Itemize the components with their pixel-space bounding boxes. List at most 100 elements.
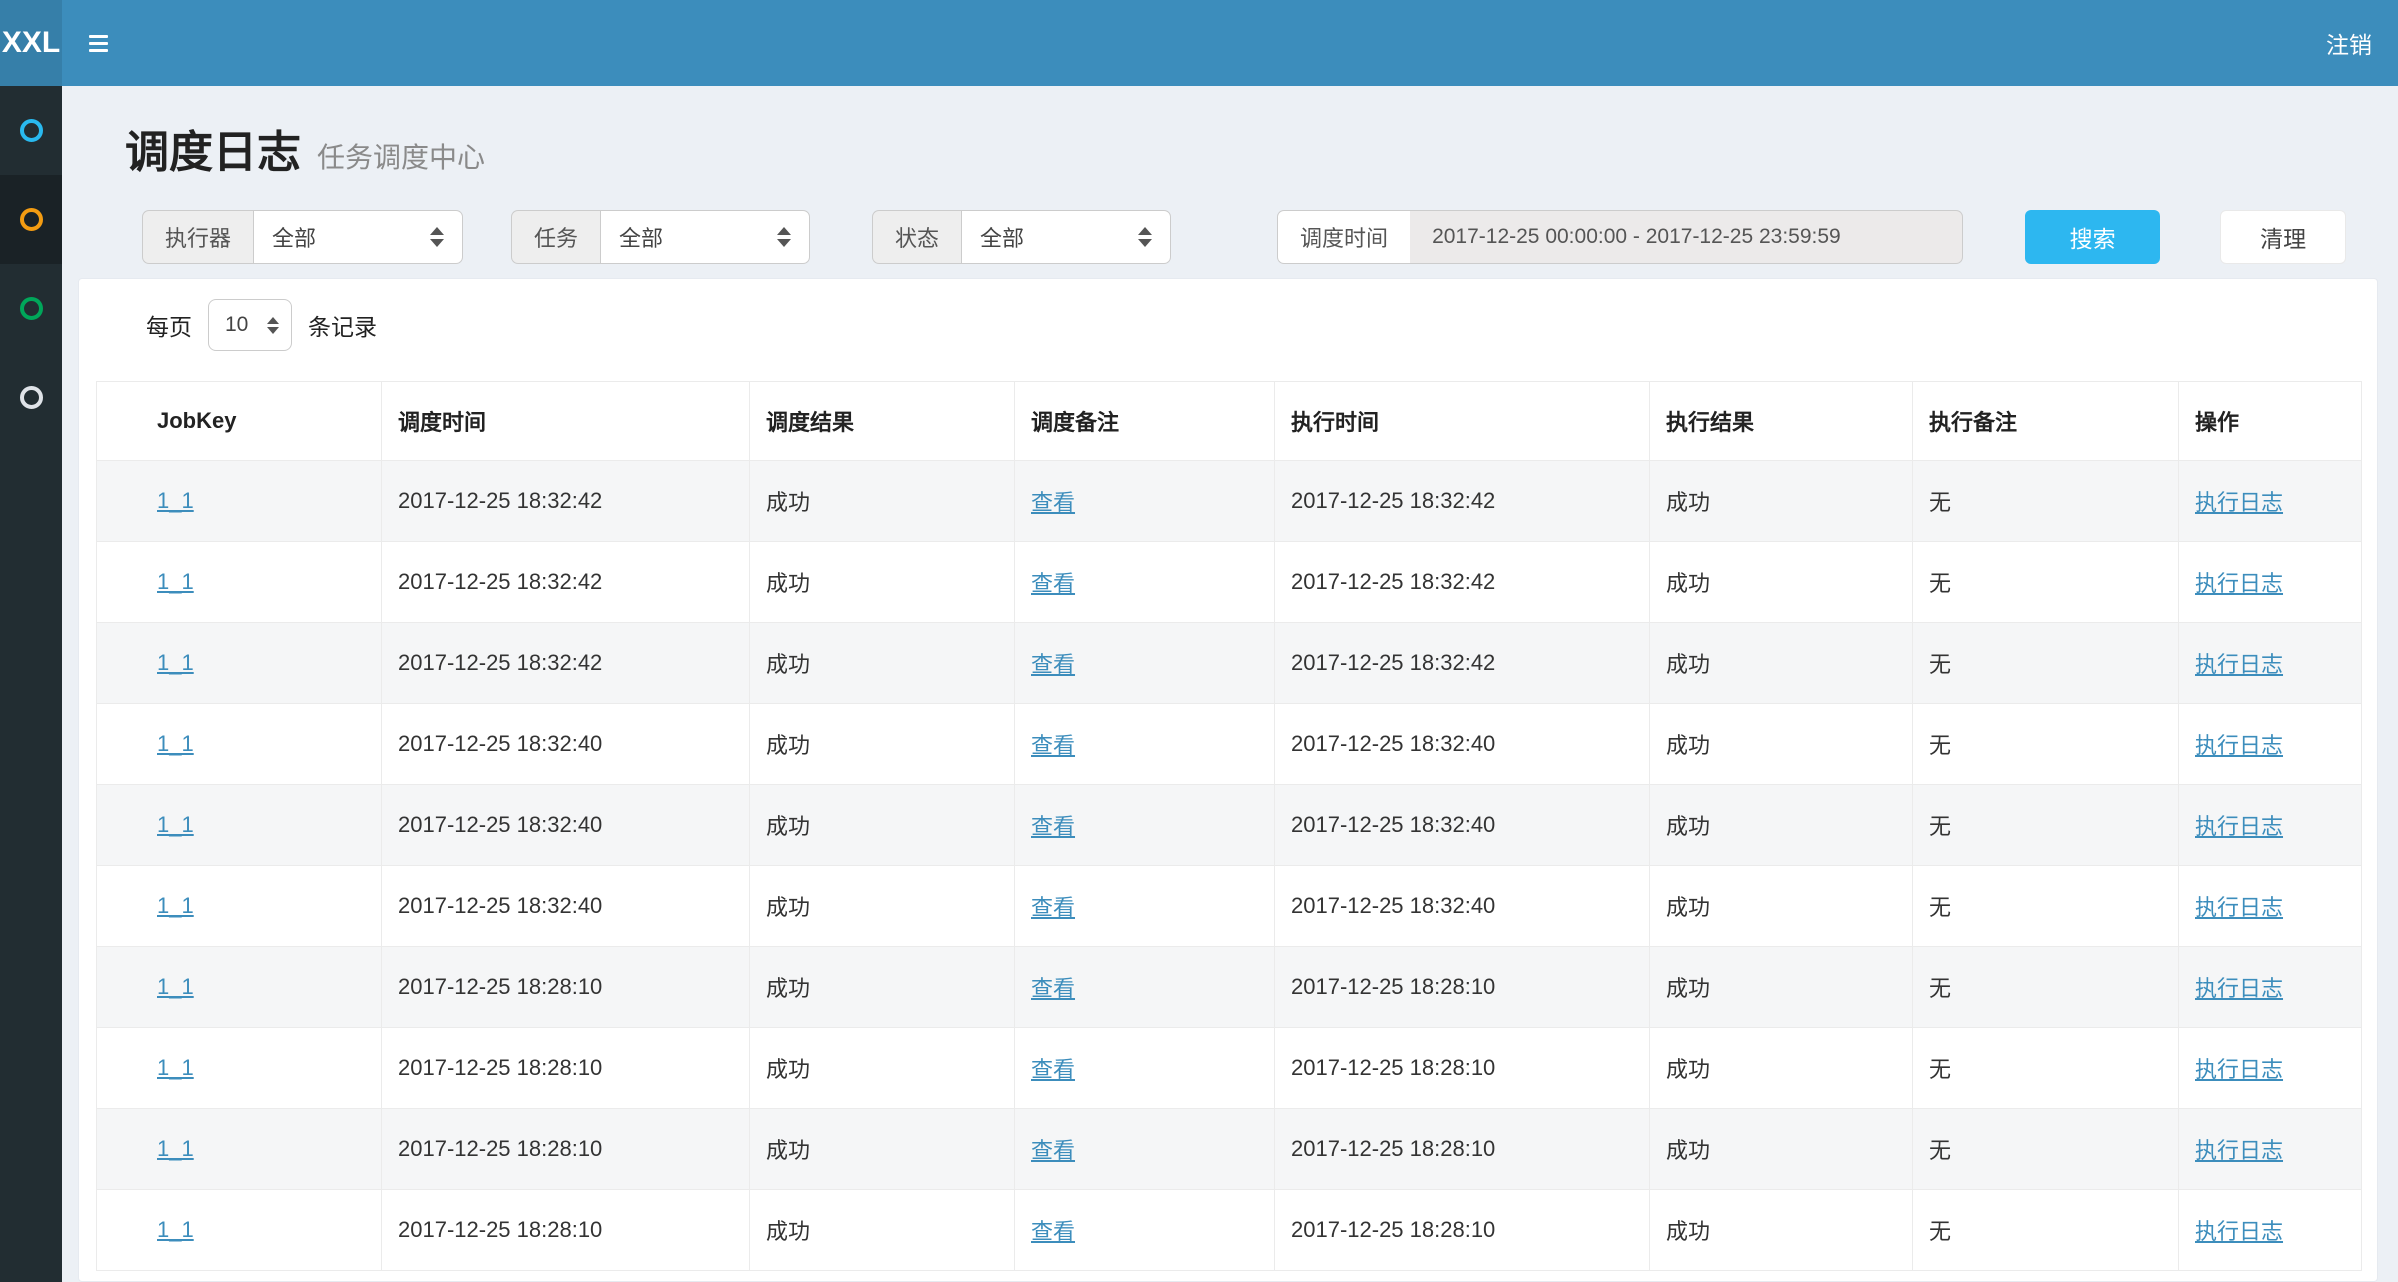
handle-time-cell: 2017-12-25 18:32:42 xyxy=(1275,461,1650,542)
status-filter-label: 状态 xyxy=(872,210,961,264)
view-trigger-msg-link[interactable]: 查看 xyxy=(1031,895,1075,920)
jobkey-link[interactable]: 1_1 xyxy=(157,488,194,513)
sidebar-item-1[interactable] xyxy=(0,86,62,175)
sidebar-item-4[interactable] xyxy=(0,353,62,442)
jobkey-link[interactable]: 1_1 xyxy=(157,731,194,756)
handle-time-cell: 2017-12-25 18:32:40 xyxy=(1275,785,1650,866)
exec-log-link[interactable]: 执行日志 xyxy=(2195,1057,2283,1082)
trigger-result-cell: 成功 xyxy=(750,1028,1015,1109)
handle-msg-cell: 无 xyxy=(1913,866,2179,947)
col-header-action: 操作 xyxy=(2179,382,2362,461)
executor-filter-label: 执行器 xyxy=(142,210,253,264)
table-row: 1_1 2017-12-25 18:32:42 成功 查看 2017-12-25… xyxy=(97,461,2362,542)
search-button[interactable]: 搜索 xyxy=(2025,210,2160,264)
table-row: 1_1 2017-12-25 18:32:40 成功 查看 2017-12-25… xyxy=(97,866,2362,947)
executor-filter-group: 执行器 全部 xyxy=(142,210,463,264)
jobkey-link[interactable]: 1_1 xyxy=(157,974,194,999)
trigger-result-cell: 成功 xyxy=(750,704,1015,785)
handle-time-cell: 2017-12-25 18:28:10 xyxy=(1275,947,1650,1028)
trigger-time-range-input[interactable]: 2017-12-25 00:00:00 - 2017-12-25 23:59:5… xyxy=(1410,210,1963,264)
handle-result-cell: 成功 xyxy=(1650,461,1913,542)
view-trigger-msg-link[interactable]: 查看 xyxy=(1031,652,1075,677)
exec-log-link[interactable]: 执行日志 xyxy=(2195,733,2283,758)
view-trigger-msg-link[interactable]: 查看 xyxy=(1031,733,1075,758)
trigger-result-cell: 成功 xyxy=(750,461,1015,542)
handle-time-cell: 2017-12-25 18:28:10 xyxy=(1275,1028,1650,1109)
trigger-result-cell: 成功 xyxy=(750,623,1015,704)
trigger-time-cell: 2017-12-25 18:32:42 xyxy=(382,623,750,704)
handle-time-cell: 2017-12-25 18:32:42 xyxy=(1275,542,1650,623)
clear-log-button[interactable]: 清理 xyxy=(2220,210,2346,264)
status-select[interactable]: 全部 xyxy=(961,210,1171,264)
trigger-time-cell: 2017-12-25 18:28:10 xyxy=(382,1109,750,1190)
table-row: 1_1 2017-12-25 18:32:40 成功 查看 2017-12-25… xyxy=(97,704,2362,785)
job-filter-label: 任务 xyxy=(511,210,600,264)
jobkey-link[interactable]: 1_1 xyxy=(157,650,194,675)
exec-log-link[interactable]: 执行日志 xyxy=(2195,1138,2283,1163)
view-trigger-msg-link[interactable]: 查看 xyxy=(1031,1057,1075,1082)
trigger-time-cell: 2017-12-25 18:28:10 xyxy=(382,1028,750,1109)
handle-msg-cell: 无 xyxy=(1913,1190,2179,1271)
exec-log-link[interactable]: 执行日志 xyxy=(2195,490,2283,515)
perpage-select[interactable]: 10 xyxy=(208,299,292,351)
handle-msg-cell: 无 xyxy=(1913,704,2179,785)
exec-log-link[interactable]: 执行日志 xyxy=(2195,652,2283,677)
status-select-value: 全部 xyxy=(980,221,1024,253)
sidebar-toggle-button[interactable] xyxy=(62,0,134,86)
trigger-result-cell: 成功 xyxy=(750,785,1015,866)
page-header: 调度日志 任务调度中心 xyxy=(125,116,2398,180)
exec-log-link[interactable]: 执行日志 xyxy=(2195,976,2283,1001)
logout-link[interactable]: 注销 xyxy=(2300,0,2398,86)
handle-result-cell: 成功 xyxy=(1650,704,1913,785)
sidebar-item-2[interactable] xyxy=(0,175,62,264)
select-arrows-icon xyxy=(777,227,791,247)
job-select[interactable]: 全部 xyxy=(600,210,810,264)
exec-log-link[interactable]: 执行日志 xyxy=(2195,1219,2283,1244)
jobkey-link[interactable]: 1_1 xyxy=(157,1136,194,1161)
handle-time-cell: 2017-12-25 18:32:40 xyxy=(1275,866,1650,947)
exec-log-link[interactable]: 执行日志 xyxy=(2195,571,2283,596)
perpage-prefix-label: 每页 xyxy=(146,308,192,342)
handle-result-cell: 成功 xyxy=(1650,866,1913,947)
trigger-time-cell: 2017-12-25 18:32:40 xyxy=(382,866,750,947)
col-header-handle-result: 执行结果 xyxy=(1650,382,1913,461)
view-trigger-msg-link[interactable]: 查看 xyxy=(1031,490,1075,515)
view-trigger-msg-link[interactable]: 查看 xyxy=(1031,814,1075,839)
handle-time-cell: 2017-12-25 18:32:42 xyxy=(1275,623,1650,704)
sidebar-item-3[interactable] xyxy=(0,264,62,353)
perpage-suffix-label: 条记录 xyxy=(308,308,377,342)
log-table: JobKey 调度时间 调度结果 调度备注 执行时间 执行结果 执行备注 操作 … xyxy=(96,381,2362,1271)
executor-select[interactable]: 全部 xyxy=(253,210,463,264)
trigger-result-cell: 成功 xyxy=(750,1190,1015,1271)
exec-log-link[interactable]: 执行日志 xyxy=(2195,814,2283,839)
handle-result-cell: 成功 xyxy=(1650,623,1913,704)
handle-msg-cell: 无 xyxy=(1913,1109,2179,1190)
job-select-value: 全部 xyxy=(619,221,663,253)
trigger-time-filter-label: 调度时间 xyxy=(1277,210,1410,264)
jobkey-link[interactable]: 1_1 xyxy=(157,1217,194,1242)
trigger-result-cell: 成功 xyxy=(750,947,1015,1028)
col-header-trigger-time: 调度时间 xyxy=(382,382,750,461)
app-logo[interactable]: XXL xyxy=(0,0,62,86)
filter-bar: 执行器 全部 任务 全部 状态 全部 调度时间 2017-12-25 00:00… xyxy=(142,210,2398,264)
view-trigger-msg-link[interactable]: 查看 xyxy=(1031,976,1075,1001)
view-trigger-msg-link[interactable]: 查看 xyxy=(1031,571,1075,596)
jobkey-link[interactable]: 1_1 xyxy=(157,1055,194,1080)
trigger-time-cell: 2017-12-25 18:32:42 xyxy=(382,542,750,623)
table-row: 1_1 2017-12-25 18:28:10 成功 查看 2017-12-25… xyxy=(97,1190,2362,1271)
jobkey-link[interactable]: 1_1 xyxy=(157,569,194,594)
exec-log-link[interactable]: 执行日志 xyxy=(2195,895,2283,920)
table-row: 1_1 2017-12-25 18:28:10 成功 查看 2017-12-25… xyxy=(97,1109,2362,1190)
view-trigger-msg-link[interactable]: 查看 xyxy=(1031,1219,1075,1244)
handle-result-cell: 成功 xyxy=(1650,542,1913,623)
trigger-time-cell: 2017-12-25 18:32:42 xyxy=(382,461,750,542)
jobkey-link[interactable]: 1_1 xyxy=(157,812,194,837)
jobkey-link[interactable]: 1_1 xyxy=(157,893,194,918)
select-arrows-icon xyxy=(430,227,444,247)
handle-msg-cell: 无 xyxy=(1913,461,2179,542)
page-subtitle: 任务调度中心 xyxy=(317,136,485,176)
handle-msg-cell: 无 xyxy=(1913,947,2179,1028)
view-trigger-msg-link[interactable]: 查看 xyxy=(1031,1138,1075,1163)
table-row: 1_1 2017-12-25 18:32:40 成功 查看 2017-12-25… xyxy=(97,785,2362,866)
handle-result-cell: 成功 xyxy=(1650,1109,1913,1190)
